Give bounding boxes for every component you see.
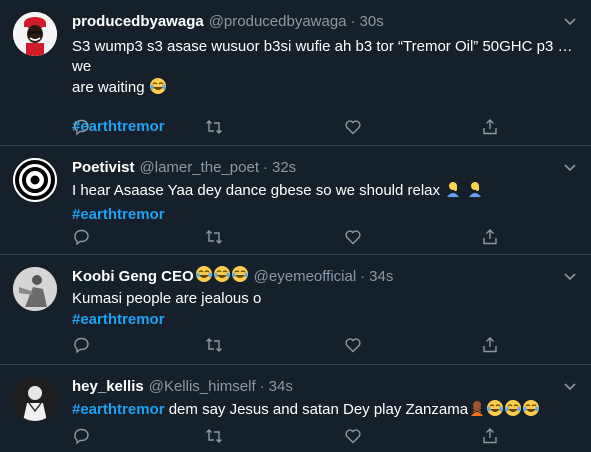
share-icon[interactable] [481,118,501,138]
avatar[interactable] [13,12,57,56]
separator-dot: · [263,159,268,176]
facepalm-emoji-icon [466,180,484,204]
chevron-down-icon[interactable] [563,269,577,283]
tweet-header: producedbyawaga @producedbyawaga · 30s [72,12,577,32]
like-icon[interactable] [344,336,364,356]
avatar-image [13,158,57,202]
tears-of-joy-emoji-icon [195,265,213,289]
avatar[interactable] [13,158,57,202]
chevron-down-icon[interactable] [563,14,577,28]
display-name[interactable]: Koobi Geng CEO [72,267,194,287]
tweet-text: I hear Asaase Yaa dey dance gbese so we … [72,180,577,204]
person-gesturing-no-emoji-icon [468,399,486,423]
like-icon[interactable] [344,427,364,447]
tweet-text-line: I hear Asaase Yaa dey dance gbese so we … [72,182,441,199]
avatar[interactable] [13,377,57,421]
reply-icon[interactable] [72,336,92,356]
timestamp[interactable]: 32s [272,158,296,178]
tweet[interactable]: hey_kellis @Kellis_himself · 34s #eartht… [0,365,591,452]
avatar-image [13,267,57,311]
tweet-actions [72,118,502,138]
share-icon[interactable] [481,228,501,248]
facepalm-emoji-icon [444,180,462,204]
user-handle[interactable]: @eyemeofficial [254,267,357,287]
tweet-text-line: S3 wump3 s3 asase wusuor b3si wufie ah b… [72,38,573,75]
share-icon[interactable] [481,427,501,447]
hashtag-link[interactable]: #earthtremor [72,205,577,225]
hashtag-link[interactable]: #earthtremor [72,310,577,330]
tears-of-joy-emoji-icon [522,399,540,423]
display-name[interactable]: hey_kellis [72,377,144,397]
tears-of-joy-emoji-icon [231,265,249,289]
tweet-text-line: Kumasi people are jealous o [72,290,262,307]
retweet-icon[interactable] [205,228,225,248]
timestamp[interactable]: 34s [269,377,293,397]
reply-icon[interactable] [72,228,92,248]
reply-icon[interactable] [72,118,92,138]
tweet[interactable]: Poetivist @lamer_the_poet · 32s I hear A… [0,146,591,255]
retweet-icon[interactable] [205,118,225,138]
tweet-actions [72,228,502,248]
separator-dot: · [350,13,356,30]
display-name[interactable]: Poetivist [72,158,135,178]
separator-dot: · [360,268,366,285]
hashtag-link[interactable]: #earthtremor [72,401,165,418]
tears-of-joy-emoji-icon [213,265,231,289]
tears-of-joy-emoji-icon [486,399,504,423]
like-icon[interactable] [344,118,364,138]
tweet-feed: producedbyawaga @producedbyawaga · 30s S… [0,0,591,452]
chevron-down-icon[interactable] [563,379,577,393]
user-handle[interactable]: @Kellis_himself [149,377,256,397]
retweet-icon[interactable] [205,336,225,356]
tweet-text: #earthtremor dem say Jesus and satan Dey… [72,399,577,423]
tweet-header: Poetivist @lamer_the_poet · 32s [72,158,577,178]
tweet-text: Kumasi people are jealous o [72,289,577,309]
user-handle[interactable]: @lamer_the_poet [140,158,259,178]
avatar-image [13,12,57,56]
timestamp[interactable]: 30s [360,12,384,32]
tweet-actions [72,427,502,447]
tweet-text: S3 wump3 s3 asase wusuor b3si wufie ah b… [72,37,577,101]
tweet-header: hey_kellis @Kellis_himself · 34s [72,377,577,397]
tears-of-joy-emoji-icon [504,399,522,423]
share-icon[interactable] [481,336,501,356]
tweet-actions [72,336,502,356]
tweet[interactable]: producedbyawaga @producedbyawaga · 30s S… [0,0,591,146]
avatar[interactable] [13,267,57,311]
tears-of-joy-emoji-icon [149,77,167,101]
chevron-down-icon[interactable] [563,160,577,174]
reply-icon[interactable] [72,427,92,447]
tweet[interactable]: Koobi Geng CEO @eyemeofficial · 34s Kuma… [0,255,591,365]
tweet-header: Koobi Geng CEO @eyemeofficial · 34s [72,265,577,289]
timestamp[interactable]: 34s [369,267,393,287]
avatar-image [13,377,57,421]
like-icon[interactable] [344,228,364,248]
separator-dot: · [259,378,265,395]
tweet-text-line: are waiting [72,79,145,96]
retweet-icon[interactable] [205,427,225,447]
tweet-text-line: dem say Jesus and satan Dey play Zanzama [168,401,469,418]
display-name[interactable]: producedbyawaga [72,12,204,32]
user-handle[interactable]: @producedbyawaga [209,12,347,32]
